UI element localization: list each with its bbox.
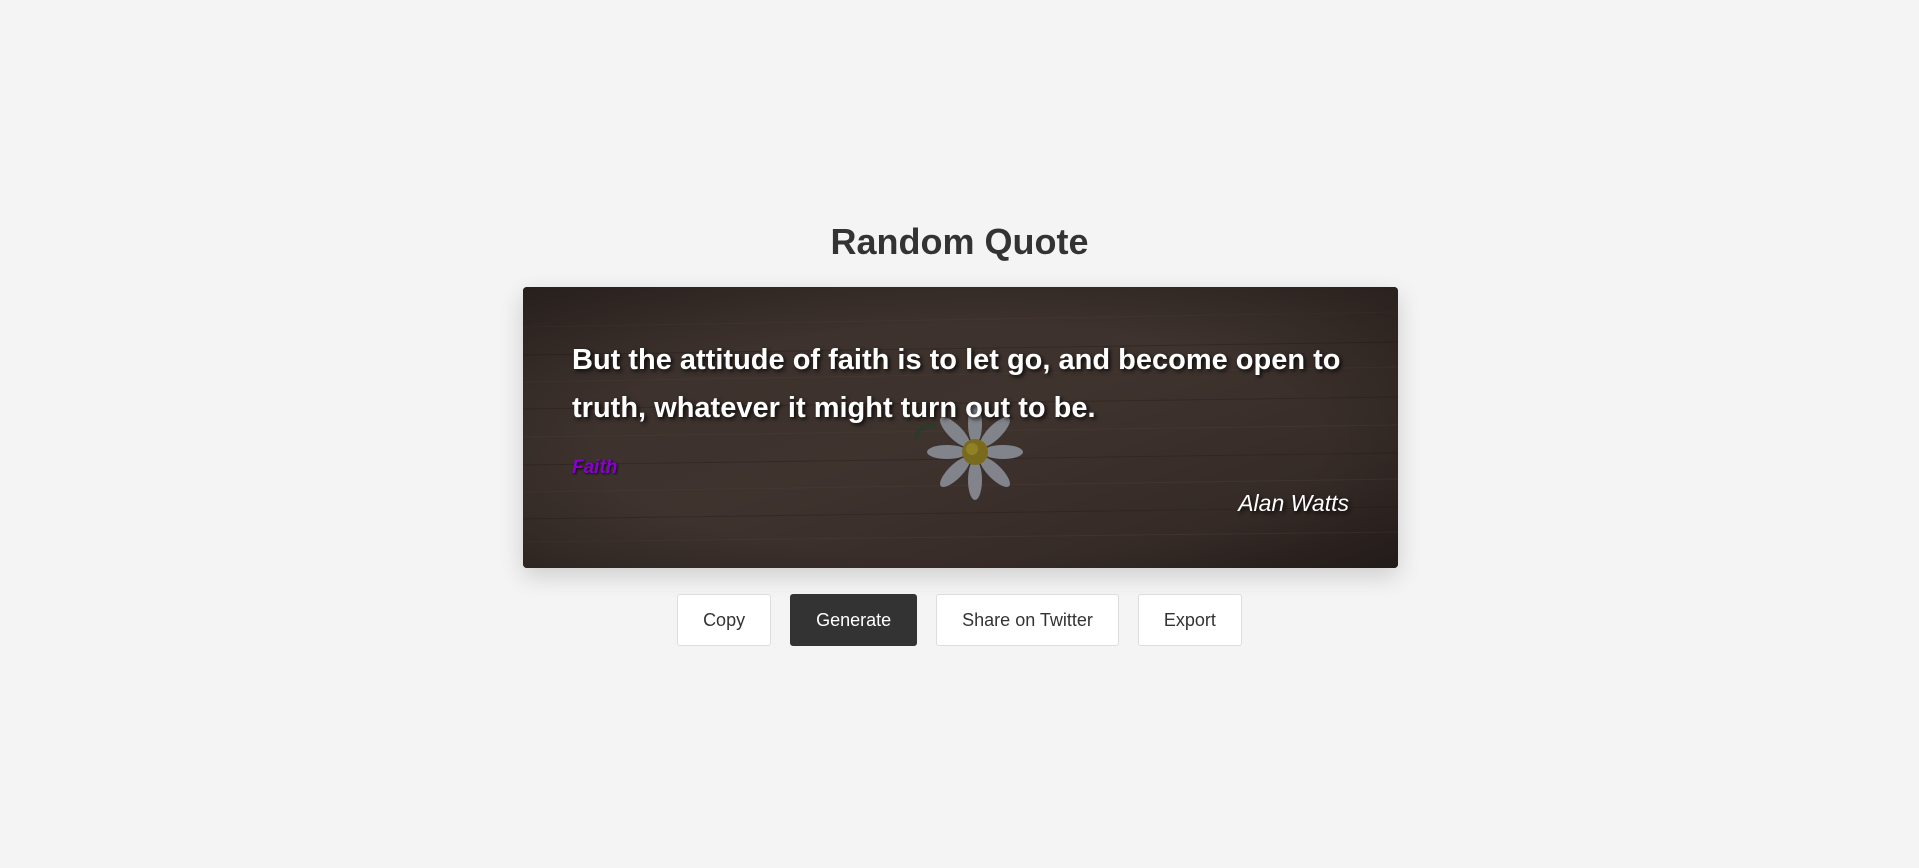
share-twitter-button[interactable]: Share on Twitter xyxy=(936,594,1119,646)
quote-card: But the attitude of faith is to let go, … xyxy=(523,287,1398,568)
quote-tag[interactable]: Faith xyxy=(572,457,617,479)
copy-button[interactable]: Copy xyxy=(677,594,772,646)
generate-button[interactable]: Generate xyxy=(790,594,918,646)
page: Random Quote But the attitude of faith i… xyxy=(0,0,1919,868)
page-title: Random Quote xyxy=(830,221,1089,262)
export-button[interactable]: Export xyxy=(1137,594,1242,646)
quote-author: Alan Watts xyxy=(1238,490,1349,516)
action-bar: Copy Generate Share on Twitter Export xyxy=(0,594,1919,646)
quote-text: But the attitude of faith is to let go, … xyxy=(572,344,1341,424)
